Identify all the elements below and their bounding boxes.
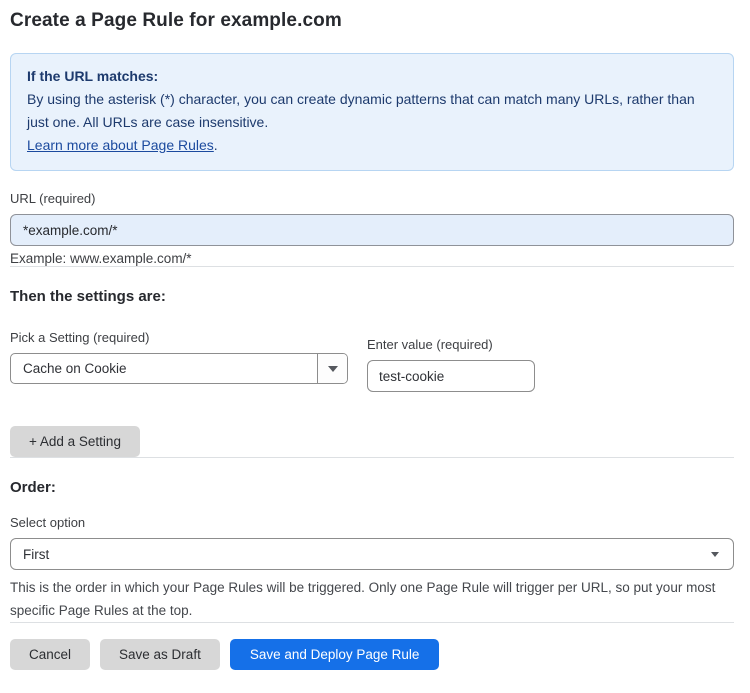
settings-heading: Then the settings are: <box>10 288 166 305</box>
setting-value-input[interactable] <box>367 360 535 392</box>
setting-select-value: Cache on Cookie <box>23 361 127 376</box>
info-box-link-line: Learn more about Page Rules. <box>27 134 717 157</box>
page-title: Create a Page Rule for example.com <box>10 10 342 31</box>
create-page-rule-form: Create a Page Rule for example.com If th… <box>0 0 750 670</box>
info-box-body: By using the asterisk (*) character, you… <box>27 91 695 130</box>
url-label: URL (required) <box>10 191 96 206</box>
value-input-label: Enter value (required) <box>367 337 493 352</box>
url-match-info-box: If the URL matches: By using the asteris… <box>10 53 734 171</box>
footer-actions: Cancel Save as Draft Save and Deploy Pag… <box>10 639 734 670</box>
cancel-button[interactable]: Cancel <box>10 639 91 670</box>
section-divider <box>10 266 734 267</box>
setting-select-arrow-button[interactable] <box>317 354 347 383</box>
save-draft-button[interactable]: Save as Draft <box>100 639 220 670</box>
setting-picker-column: Pick a Setting (required) Cache on Cooki… <box>10 330 348 384</box>
setting-select-label: Pick a Setting (required) <box>10 330 150 345</box>
url-input[interactable] <box>10 214 734 246</box>
order-select-value: First <box>23 546 50 562</box>
learn-more-link[interactable]: Learn more about Page Rules <box>27 137 214 153</box>
link-period: . <box>213 137 218 153</box>
footer-divider <box>10 622 734 623</box>
section-divider <box>10 457 734 458</box>
info-box-heading: If the URL matches: <box>27 68 159 84</box>
order-select-label: Select option <box>10 515 86 530</box>
url-example-hint: Example: www.example.com/* <box>10 251 192 266</box>
order-select[interactable]: First <box>10 538 734 570</box>
order-help-text: This is the order in which your Page Rul… <box>10 580 716 618</box>
save-deploy-button[interactable]: Save and Deploy Page Rule <box>229 639 440 670</box>
chevron-down-icon <box>327 365 338 372</box>
setting-select[interactable]: Cache on Cookie <box>10 353 348 384</box>
add-setting-button[interactable]: + Add a Setting <box>10 426 140 457</box>
settings-row: Pick a Setting (required) Cache on Cooki… <box>10 330 734 392</box>
setting-value-column: Enter value (required) <box>367 330 535 392</box>
chevron-down-icon <box>711 551 719 557</box>
order-heading: Order: <box>10 479 56 496</box>
